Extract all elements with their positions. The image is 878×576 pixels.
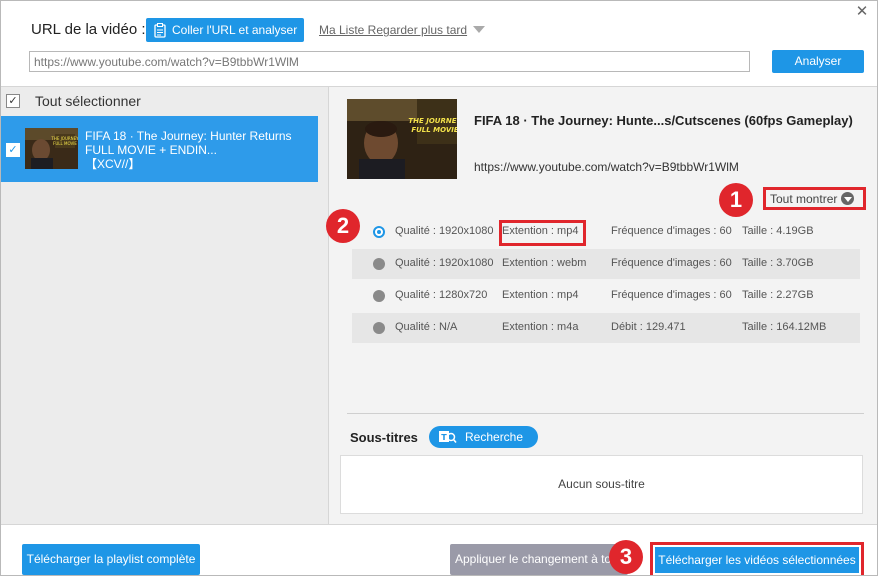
format-quality: Qualité : 1920x1080 — [395, 225, 494, 237]
footer-bar: Télécharger la playlist complète Appliqu… — [1, 524, 877, 575]
show-all-label: Tout montrer — [770, 191, 838, 206]
url-label: URL de la vidéo : — [31, 21, 146, 38]
paste-url-label: Coller l'URL et analyser — [172, 23, 298, 37]
format-quality: Qualité : 1920x1080 — [395, 257, 494, 269]
chevron-down-icon[interactable] — [473, 26, 485, 33]
video-item-checkbox[interactable]: ✓ — [6, 143, 20, 157]
subtitle-search-icon: T — [439, 430, 457, 444]
video-item-subtitle: 【XCV//】 — [85, 157, 141, 171]
svg-text:T: T — [441, 433, 447, 442]
format-framerate: Fréquence d'images : 60 — [611, 225, 732, 237]
format-radio[interactable] — [373, 258, 385, 270]
apply-to-all-button[interactable]: Appliquer le changement à tout — [450, 544, 628, 575]
list-item[interactable]: ✓ THE JOURNEY FULL MOVIE FIFA 18 · The J… — [1, 116, 318, 182]
extension-highlight — [499, 220, 586, 246]
step-badge-3: 3 — [609, 540, 643, 574]
format-quality: Qualité : N/A — [395, 321, 458, 333]
format-radio[interactable] — [373, 322, 385, 334]
format-extension: Extention : webm — [502, 257, 587, 269]
video-title: FIFA 18 · The Journey: Hunte...s/Cutscen… — [474, 113, 853, 128]
divider — [347, 413, 864, 414]
video-list-panel: ✓ Tout sélectionner ✓ THE JOURNEY FULL M… — [1, 86, 328, 524]
video-url: https://www.youtube.com/watch?v=B9tbbWr1… — [474, 160, 739, 174]
video-thumbnail: THE JOURNEY FULL MOVIE — [25, 128, 78, 169]
select-all-checkbox[interactable]: ✓ — [6, 94, 20, 108]
video-item-title-text: FIFA 18 · The Journey: Hunter Returns FU… — [85, 129, 292, 157]
thumbnail-caption-1: THE JOURNEY — [408, 117, 457, 125]
subtitles-list: Aucun sous-titre — [340, 455, 863, 514]
video-detail-panel: THE JOURNEY FULL MOVIE FIFA 18 · The Jou… — [328, 86, 877, 524]
format-quality: Qualité : 1280x720 — [395, 289, 488, 301]
format-row[interactable]: Qualité : 1920x1080 Extention : mp4 Fréq… — [352, 217, 860, 247]
download-highlight: Télécharger les vidéos sélectionnées — [650, 542, 864, 575]
format-radio[interactable] — [373, 290, 385, 302]
paste-url-button[interactable]: Coller l'URL et analyser — [146, 18, 304, 42]
thumbnail-caption-2: FULL MOVIE — [411, 126, 457, 134]
format-radio-selected[interactable] — [373, 226, 385, 238]
format-size: Taille : 164.12MB — [742, 321, 827, 333]
format-row[interactable]: Qualité : 1280x720 Extention : mp4 Fréqu… — [352, 281, 860, 311]
format-framerate: Fréquence d'images : 60 — [611, 257, 732, 269]
format-size: Taille : 3.70GB — [742, 257, 814, 269]
chevron-down-icon — [841, 192, 855, 205]
analyze-button[interactable]: Analyser — [772, 50, 864, 73]
svg-text:FULL MOVIE: FULL MOVIE — [53, 141, 77, 146]
watch-later-link[interactable]: Ma Liste Regarder plus tard — [319, 23, 467, 37]
subtitle-search-label: Recherche — [465, 430, 524, 444]
app-window: ✕ URL de la vidéo : Coller l'URL et anal… — [0, 0, 878, 576]
step-badge-2: 2 — [326, 209, 360, 243]
subtitle-search-button[interactable]: T Recherche — [429, 426, 538, 448]
format-row[interactable]: Qualité : 1920x1080 Extention : webm Fré… — [352, 249, 860, 279]
format-extension: Extention : mp4 — [502, 289, 579, 301]
subtitles-label: Sous-titres — [350, 430, 418, 445]
video-item-title: FIFA 18 · The Journey: Hunter Returns FU… — [85, 129, 310, 171]
format-framerate: Fréquence d'images : 60 — [611, 289, 732, 301]
format-size: Taille : 2.27GB — [742, 289, 814, 301]
format-bitrate: Débit : 129.471 — [611, 321, 686, 333]
format-size: Taille : 4.19GB — [742, 225, 814, 237]
url-input[interactable] — [29, 51, 750, 72]
select-all-label: Tout sélectionner — [35, 93, 141, 109]
format-row[interactable]: Qualité : N/A Extention : m4a Débit : 12… — [352, 313, 860, 343]
detail-thumbnail: THE JOURNEY FULL MOVIE — [347, 99, 457, 179]
download-selected-button[interactable]: Télécharger les vidéos sélectionnées — [655, 547, 859, 573]
step-badge-1: 1 — [719, 183, 753, 217]
clipboard-icon — [154, 22, 166, 38]
close-icon[interactable]: ✕ — [853, 3, 871, 21]
show-all-button[interactable]: Tout montrer — [763, 187, 866, 210]
no-subtitles-text: Aucun sous-titre — [558, 477, 645, 491]
download-playlist-button[interactable]: Télécharger la playlist complète — [22, 544, 200, 575]
format-extension: Extention : m4a — [502, 321, 579, 333]
select-all-row[interactable]: ✓ Tout sélectionner — [6, 93, 141, 109]
